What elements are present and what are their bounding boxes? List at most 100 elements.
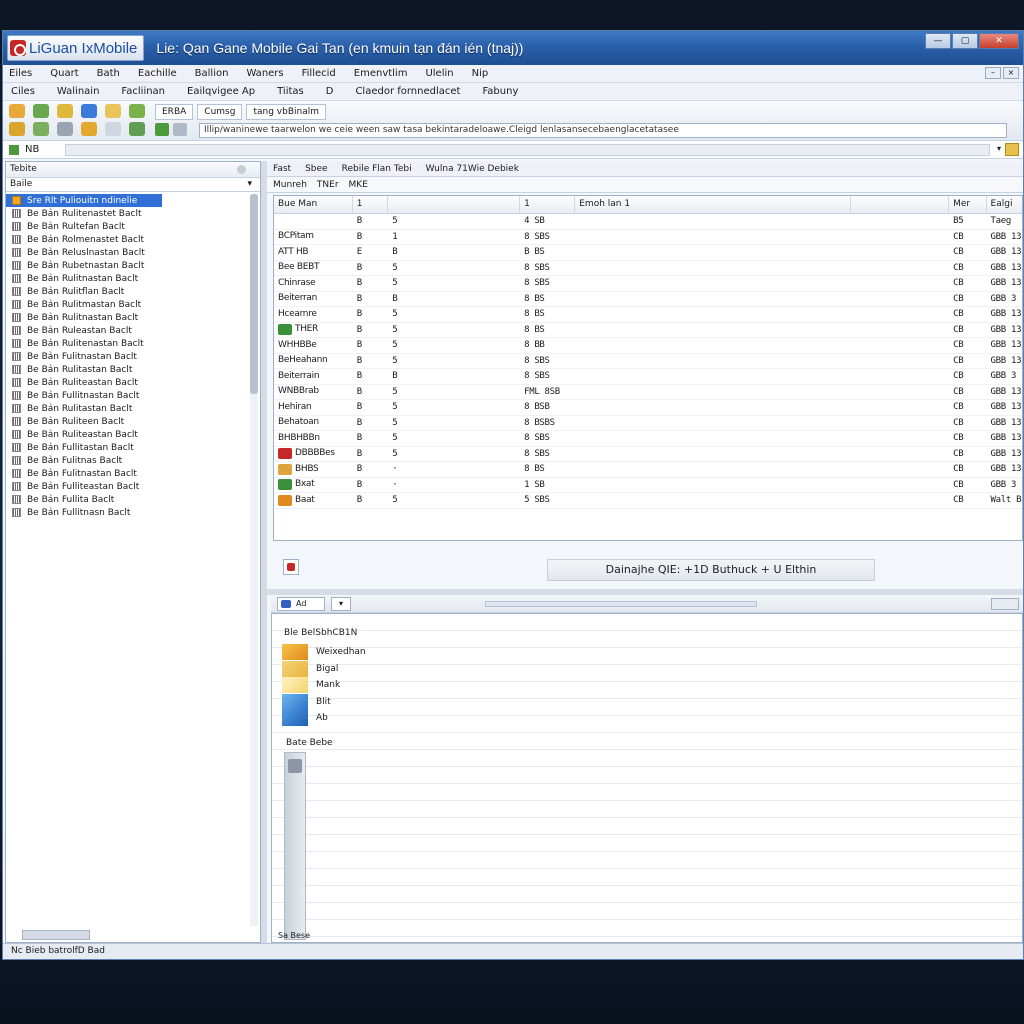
tree-item[interactable]: Be Bản Rulitastan Baclt xyxy=(6,402,260,415)
tree-item[interactable]: Be Bản Rulitflan Baclt xyxy=(6,285,260,298)
chevron-down-icon[interactable] xyxy=(105,122,121,136)
table-row[interactable]: Behatoan B 5 8 BSBS CB GBB 13 B xyxy=(274,416,1022,431)
tree-item[interactable]: Be Bản Fullitastan Baclt xyxy=(6,441,260,454)
open-icon[interactable] xyxy=(9,104,25,118)
tree-item[interactable]: Be Bản Fullitnasn Baclt xyxy=(6,506,260,519)
lock-icon[interactable] xyxy=(57,122,73,136)
tree-item[interactable]: Be Bản Rultefan Baclt xyxy=(6,220,260,233)
scroll-thumb[interactable] xyxy=(250,194,258,394)
table-row[interactable]: WNBBrab B 5 FML 8SB CB GBB 13 B xyxy=(274,385,1022,400)
column-header[interactable]: Bue Man xyxy=(274,196,353,213)
table-row[interactable]: WHHBBe B 5 8 BB CB GBB 13 B xyxy=(274,338,1022,354)
folder-icon[interactable] xyxy=(57,104,73,118)
subtab-munreh[interactable]: Munreh xyxy=(273,180,307,190)
tree-item[interactable]: Be Bản Ruliteen Baclt xyxy=(6,415,260,428)
left-pane-combo[interactable]: Baile xyxy=(6,178,260,192)
mdi-minimize-button[interactable]: – xyxy=(985,67,1001,79)
tree-item[interactable]: Be Bản Reluslnastan Baclt xyxy=(6,246,260,259)
tree-item[interactable]: Be Bản Fulitnas Baclt xyxy=(6,454,260,467)
table-row[interactable]: B54 SB B5 Taeg xyxy=(274,214,1022,230)
toolbar-button-cumsg[interactable]: Cumsg xyxy=(197,104,243,120)
tab-sbee[interactable]: Sbee xyxy=(305,164,328,174)
menu-item[interactable]: Waners xyxy=(246,68,283,79)
menu-item[interactable]: Ballion xyxy=(195,68,229,79)
detail-item[interactable]: Blit xyxy=(282,693,366,711)
submenu-item[interactable]: Tiitas xyxy=(277,86,304,97)
filter-input[interactable] xyxy=(65,143,991,156)
left-pane-hscroll[interactable] xyxy=(22,930,90,940)
tree-item[interactable]: Be Bản Ruliteastan Baclt xyxy=(6,428,260,441)
refresh-icon[interactable] xyxy=(33,104,49,118)
folder-icon[interactable] xyxy=(1005,143,1019,156)
tree-item[interactable]: Be Bản Rulitastan Baclt xyxy=(6,363,260,376)
menu-item[interactable]: Emenvtlim xyxy=(354,68,408,79)
menu-item[interactable]: Nip xyxy=(472,68,489,79)
column-header[interactable]: 1 xyxy=(520,196,576,213)
submenu-item[interactable]: Facliinan xyxy=(121,86,165,97)
column-header[interactable]: Ealgi xyxy=(987,196,1022,213)
tree-item[interactable]: Be Bản Rolmenastet Baclt xyxy=(6,233,260,246)
column-header[interactable] xyxy=(388,196,521,213)
table-row[interactable]: BHBHBBn B 5 8 SBS CB GBB 13 B xyxy=(274,431,1022,447)
subtab-tner[interactable]: TNEr xyxy=(317,180,339,190)
chevron-down-icon[interactable]: ▾ xyxy=(997,144,1001,153)
left-pane-scrollbar[interactable] xyxy=(250,194,258,926)
bell-icon[interactable] xyxy=(81,122,97,136)
tree-item[interactable]: Be Bản Ruliteastan Baclt xyxy=(6,376,260,389)
table-row[interactable]: BHBS B · 8 BS CB GBB 13 B xyxy=(274,462,1022,478)
maximize-button[interactable]: ▢ xyxy=(952,33,978,49)
submenu-item[interactable]: Claedor fornnedlacet xyxy=(355,86,460,97)
column-header[interactable]: 1 xyxy=(353,196,389,213)
minimize-button[interactable]: — xyxy=(925,33,951,49)
tree-item[interactable]: Be Bản Rulitmastan Baclt xyxy=(6,298,260,311)
submenu-item[interactable]: Eailqvigee Ap xyxy=(187,86,255,97)
table-row[interactable]: Hcearnre B 5 8 BS CB GBB 13 B xyxy=(274,307,1022,323)
tree-item[interactable]: Be Bản Fulitnastan Baclt xyxy=(6,467,260,480)
detail-slider[interactable] xyxy=(485,601,757,607)
menu-item[interactable]: Eiles xyxy=(9,68,32,79)
menu-item[interactable]: Quart xyxy=(50,68,78,79)
tree-item[interactable]: Be Bản Rulitnastan Baclt xyxy=(6,272,260,285)
tree-item[interactable]: Be Bản Rubetnastan Baclt xyxy=(6,259,260,272)
clock-icon[interactable] xyxy=(9,122,25,136)
link-icon[interactable] xyxy=(155,123,169,136)
submenu-item[interactable]: Fabuny xyxy=(482,86,518,97)
table-row[interactable]: Beiterrain B B 8 SBS CB GBB 3 B xyxy=(274,369,1022,385)
column-header[interactable]: Emoh lan 1 xyxy=(575,196,851,213)
gear-icon[interactable] xyxy=(33,122,49,136)
detail-option-button[interactable] xyxy=(991,598,1019,610)
table-row[interactable]: Beiterran B B 8 BS CB GBB 3 B xyxy=(274,292,1022,307)
tree-item[interactable]: Be Bản Ruleastan Baclt xyxy=(6,324,260,337)
tab-rebile[interactable]: Rebile Flan Tebi xyxy=(342,164,412,174)
table-row[interactable]: Chinrase B 5 8 SBS CB GBB 13 B xyxy=(274,276,1022,292)
close-button[interactable]: ✕ xyxy=(979,33,1019,49)
detail-item[interactable]: Bigal xyxy=(282,660,366,678)
toolbar-button-tang[interactable]: tang vbBinalm xyxy=(246,104,326,120)
leaf-icon[interactable] xyxy=(129,104,145,118)
toolbar-button-erba[interactable]: ERBA xyxy=(155,104,194,120)
pin-icon[interactable] xyxy=(237,165,246,174)
tree-item[interactable]: Be Bản Fulitnastan Baclt xyxy=(6,350,260,363)
check-icon[interactable] xyxy=(129,122,145,136)
star-icon[interactable] xyxy=(105,104,121,118)
menu-item[interactable]: Fillecid xyxy=(302,68,336,79)
menu-item[interactable]: Ulelin xyxy=(425,68,453,79)
submenu-item[interactable]: D xyxy=(326,86,334,97)
detail-item[interactable]: Weixedhan xyxy=(282,644,366,661)
tree-item[interactable]: Be Bản Rulitenastet Baclt xyxy=(6,207,260,220)
tree-item[interactable]: Be Bản Fulliteastan Baclt xyxy=(6,480,260,493)
chevron-down-icon[interactable]: ▾ xyxy=(331,597,351,611)
tab-fast[interactable]: Fast xyxy=(273,164,291,174)
title-bar[interactable]: LiGuan IxMobile Lie: Qan Gane Mobile Gai… xyxy=(3,31,1023,65)
table-row[interactable]: Baat B 5 5 SBS CB Walt Balb xyxy=(274,493,1022,509)
detail-item[interactable]: Ab xyxy=(282,710,366,727)
export-icon[interactable] xyxy=(283,559,299,575)
tree-item[interactable]: Be Bản Fullitnastan Baclt xyxy=(6,389,260,402)
scroll-thumb[interactable] xyxy=(288,759,302,773)
detail-combo[interactable]: Ad xyxy=(277,597,325,611)
address-field[interactable]: Illip/waninewe taarwelon we ceie ween sa… xyxy=(199,123,1007,138)
tree-item[interactable]: Be Bản Rulitenastan Baclt xyxy=(6,337,260,350)
submenu-item[interactable]: Walinain xyxy=(57,86,100,97)
table-row[interactable]: BCPitam B 1 8 SBS CB GBB 13 B xyxy=(274,230,1022,245)
tree-item[interactable]: Be Bản Rulitnastan Baclt xyxy=(6,311,260,324)
